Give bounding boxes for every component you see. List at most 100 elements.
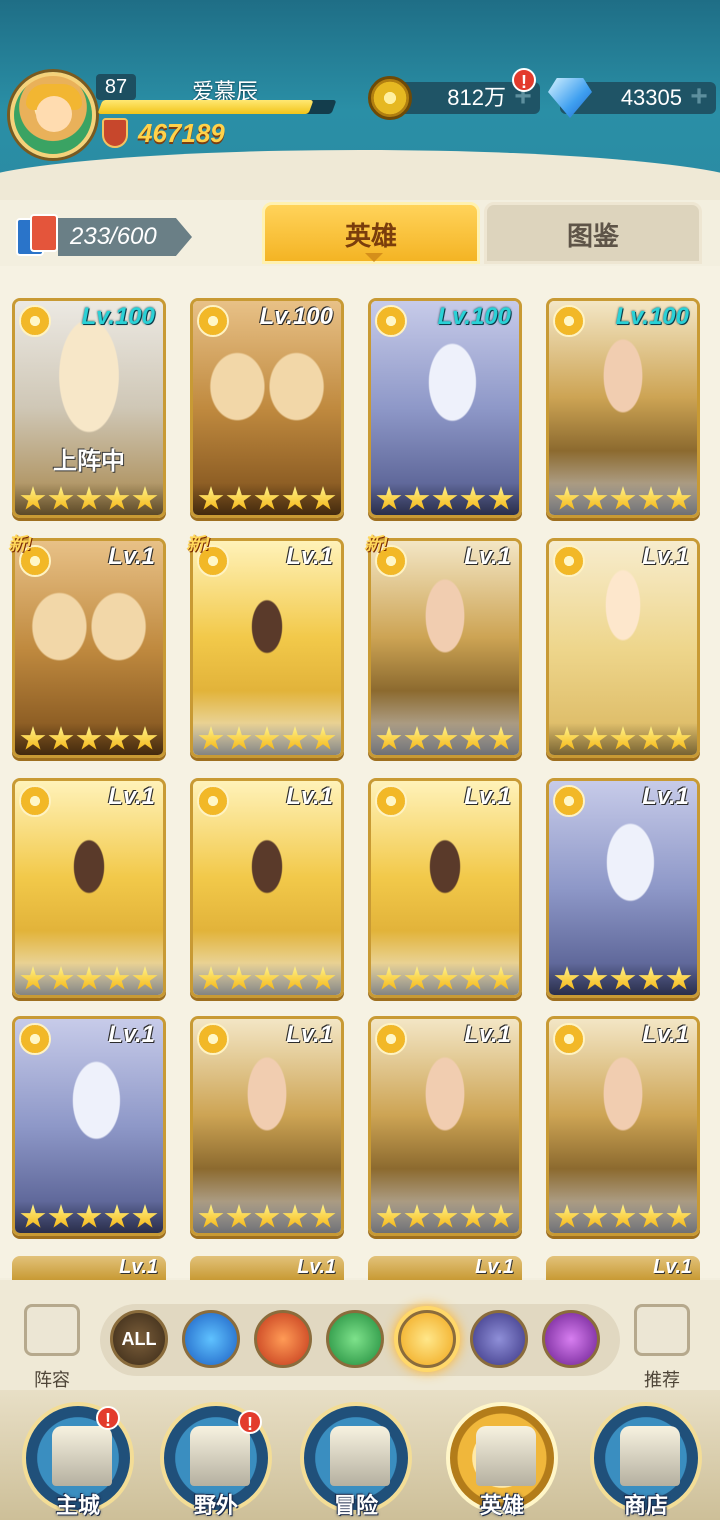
hero-card[interactable]: Lv.100	[368, 298, 522, 518]
hero-card[interactable]: Lv.1	[190, 538, 344, 758]
tab-atlas[interactable]: 图鉴	[484, 202, 702, 264]
star-icon	[460, 1204, 486, 1228]
star-icon	[282, 726, 308, 750]
star-icon	[488, 726, 514, 750]
hero-card[interactable]: Lv.1	[12, 778, 166, 998]
hero-level: Lv.100	[437, 303, 511, 330]
sword-icon	[330, 1426, 390, 1486]
hero-card[interactable]: Lv.100	[190, 298, 344, 518]
hero-card[interactable]: Lv.100	[546, 298, 700, 518]
avatar-face	[36, 96, 72, 132]
star-icon	[198, 486, 224, 510]
star-icon	[610, 1204, 636, 1228]
recommend-label[interactable]: 推荐	[622, 1366, 702, 1392]
hero-card[interactable]: Lv.1	[546, 778, 700, 998]
hero-card[interactable]: Lv.1	[368, 1016, 522, 1236]
hero-card[interactable]: Lv.1	[368, 538, 522, 758]
hero-card-partial[interactable]: Lv.1	[190, 1256, 344, 1280]
gold-value: 812万	[447, 85, 506, 110]
hero-card[interactable]: Lv.1	[12, 538, 166, 758]
add-gems-button[interactable]: +	[686, 82, 712, 112]
star-icon	[488, 1204, 514, 1228]
hero-level: Lv.1	[464, 1021, 511, 1048]
star-icon	[20, 486, 46, 510]
power-shield-icon	[102, 118, 128, 148]
hero-card[interactable]: Lv.1	[546, 538, 700, 758]
lineup-label[interactable]: 阵容	[12, 1366, 92, 1392]
star-icon	[76, 1204, 102, 1228]
star-icon	[226, 966, 252, 990]
light-element-icon	[553, 785, 585, 817]
hero-level: Lv.1	[286, 543, 333, 570]
hero-card-partial[interactable]: Lv.1	[546, 1256, 700, 1280]
star-icon	[404, 1204, 430, 1228]
hero-level: Lv.1	[464, 783, 511, 810]
star-icon	[488, 486, 514, 510]
nav-heroes-label: 英雄	[479, 1493, 524, 1518]
star-icon	[104, 726, 130, 750]
nav-main-city-alert: !	[96, 1406, 120, 1430]
star-icon	[76, 726, 102, 750]
hero-level: Lv.1	[108, 1021, 155, 1048]
new-tag: 新!	[186, 534, 210, 554]
hero-card[interactable]: Lv.1	[546, 1016, 700, 1236]
player-avatar[interactable]	[10, 72, 96, 158]
light-element-icon	[553, 1023, 585, 1055]
star-icon	[554, 486, 580, 510]
star-icon	[376, 966, 402, 990]
light-element-icon	[19, 305, 51, 337]
star-icon	[104, 1204, 130, 1228]
star-icon	[310, 966, 336, 990]
star-icon	[582, 486, 608, 510]
star-icon	[432, 726, 458, 750]
star-rating	[193, 483, 341, 515]
star-rating	[193, 723, 341, 755]
nav-wild-alert: !	[238, 1410, 262, 1434]
star-icon	[666, 966, 692, 990]
filter-dark-icon[interactable]	[470, 1310, 528, 1368]
star-icon	[282, 1204, 308, 1228]
portal-icon	[190, 1426, 250, 1486]
filter-light-icon[interactable]	[398, 1310, 456, 1368]
recommend-button-icon[interactable]	[634, 1304, 690, 1356]
light-element-icon	[375, 1023, 407, 1055]
player-level: 87	[96, 74, 136, 100]
filter-void-icon[interactable]	[542, 1310, 600, 1368]
star-icon	[48, 726, 74, 750]
deployed-badge: 上阵中	[53, 448, 125, 475]
helmet-icon	[476, 1426, 536, 1486]
hero-level: Lv.1	[653, 1256, 692, 1278]
hero-card-partial[interactable]: Lv.1	[12, 1256, 166, 1280]
star-rating	[371, 723, 519, 755]
tab-heroes[interactable]: 英雄	[262, 202, 480, 264]
star-icon	[404, 966, 430, 990]
star-rating	[371, 483, 519, 515]
filter-wind-icon[interactable]	[326, 1310, 384, 1368]
star-icon	[254, 726, 280, 750]
hero-level: Lv.1	[642, 783, 689, 810]
star-icon	[198, 1204, 224, 1228]
star-icon	[554, 726, 580, 750]
light-element-icon	[197, 785, 229, 817]
filter-fire-icon[interactable]	[254, 1310, 312, 1368]
star-icon	[460, 966, 486, 990]
hero-card[interactable]: Lv.100 上阵中	[12, 298, 166, 518]
lineup-button-icon[interactable]	[24, 1304, 80, 1356]
hero-card[interactable]: Lv.1	[190, 1016, 344, 1236]
nav-shop-label: 商店	[623, 1493, 668, 1518]
hero-card-partial[interactable]: Lv.1	[368, 1256, 522, 1280]
star-icon	[638, 726, 664, 750]
star-icon	[132, 966, 158, 990]
hero-card[interactable]: Lv.1	[12, 1016, 166, 1236]
filter-all-button[interactable]: ALL	[110, 1310, 168, 1368]
star-rating	[549, 723, 697, 755]
hero-card[interactable]: Lv.1	[190, 778, 344, 998]
hero-level: Lv.1	[464, 543, 511, 570]
hero-level: Lv.1	[642, 1021, 689, 1048]
hero-card[interactable]: Lv.1	[368, 778, 522, 998]
star-icon	[610, 966, 636, 990]
nav-wild-label: 野外	[193, 1493, 238, 1518]
filter-water-icon[interactable]	[182, 1310, 240, 1368]
light-element-icon	[197, 305, 229, 337]
star-icon	[310, 1204, 336, 1228]
